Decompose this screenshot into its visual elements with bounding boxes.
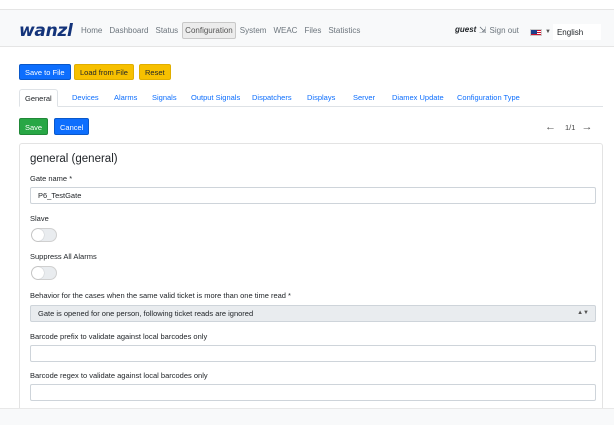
suppress-alarms-toggle[interactable] <box>31 266 57 280</box>
load-from-file-button[interactable]: Load from File <box>74 64 134 80</box>
main-nav: Home Dashboard Status Configuration Syst… <box>78 22 364 39</box>
us-flag-icon <box>530 28 542 36</box>
suppress-alarms-label: Suppress All Alarms <box>30 252 97 261</box>
barcode-regex-label: Barcode regex to validate against local … <box>30 371 208 380</box>
slave-toggle[interactable] <box>31 228 57 242</box>
behavior-selected-value: Gate is opened for one person, following… <box>38 309 254 318</box>
select-arrows-icon: ▲▼ <box>577 310 589 316</box>
nav-home[interactable]: Home <box>78 23 105 38</box>
save-to-file-button[interactable]: Save to File <box>19 64 71 80</box>
config-tabs: General Devices Alarms Signals Output Si… <box>19 89 603 107</box>
behavior-select[interactable]: Gate is opened for one person, following… <box>30 305 596 322</box>
tab-alarms[interactable]: Alarms <box>114 89 137 107</box>
general-form-panel: general (general) Gate name * P6_TestGat… <box>19 143 603 413</box>
nav-configuration[interactable]: Configuration <box>182 22 236 39</box>
wanzl-logo[interactable]: wanzl <box>19 21 73 41</box>
form-title: general (general) <box>30 153 118 165</box>
tab-devices[interactable]: Devices <box>72 89 99 107</box>
tab-displays[interactable]: Displays <box>307 89 335 107</box>
tab-diamex-update[interactable]: Diamex Update <box>392 89 444 107</box>
sign-out-icon: ⇲ <box>479 25 487 35</box>
language-label: English <box>552 24 601 40</box>
tab-configuration-type[interactable]: Configuration Type <box>457 89 520 107</box>
sign-out-link[interactable]: ⇲ Sign out <box>479 25 519 36</box>
barcode-regex-input[interactable] <box>30 384 596 401</box>
arrow-left-icon[interactable]: ← <box>545 121 556 133</box>
nav-weac[interactable]: WEAC <box>270 23 300 38</box>
language-selector[interactable]: ▼ English <box>530 24 601 40</box>
tab-dispatchers[interactable]: Dispatchers <box>252 89 292 107</box>
reset-button[interactable]: Reset <box>139 64 171 80</box>
gate-name-label: Gate name * <box>30 174 73 183</box>
footer-bar <box>0 408 614 425</box>
tab-output-signals[interactable]: Output Signals <box>191 89 240 107</box>
save-button[interactable]: Save <box>19 118 49 135</box>
cancel-button[interactable]: Cancel <box>54 118 90 135</box>
tab-signals[interactable]: Signals <box>152 89 177 107</box>
barcode-prefix-label: Barcode prefix to validate against local… <box>30 332 208 341</box>
pager: ← 1/1 → <box>545 121 592 133</box>
nav-system[interactable]: System <box>237 23 270 38</box>
nav-files[interactable]: Files <box>301 23 324 38</box>
chevron-down-icon: ▼ <box>545 29 551 35</box>
behavior-label: Behavior for the cases when the same val… <box>30 291 291 300</box>
barcode-prefix-input[interactable] <box>30 345 596 362</box>
current-user: guest <box>455 25 477 34</box>
sign-out-label: Sign out <box>489 26 519 35</box>
pager-count: 1/1 <box>565 122 576 132</box>
gate-name-input[interactable]: P6_TestGate <box>30 187 596 204</box>
slave-label: Slave <box>30 214 49 223</box>
top-navbar: wanzl Home Dashboard Status Configuratio… <box>0 9 614 47</box>
nav-dashboard[interactable]: Dashboard <box>106 23 151 38</box>
tab-server[interactable]: Server <box>353 89 375 107</box>
nav-statistics[interactable]: Statistics <box>325 23 363 38</box>
tab-general[interactable]: General <box>19 89 58 107</box>
arrow-right-icon[interactable]: → <box>581 121 592 133</box>
nav-status[interactable]: Status <box>152 23 181 38</box>
